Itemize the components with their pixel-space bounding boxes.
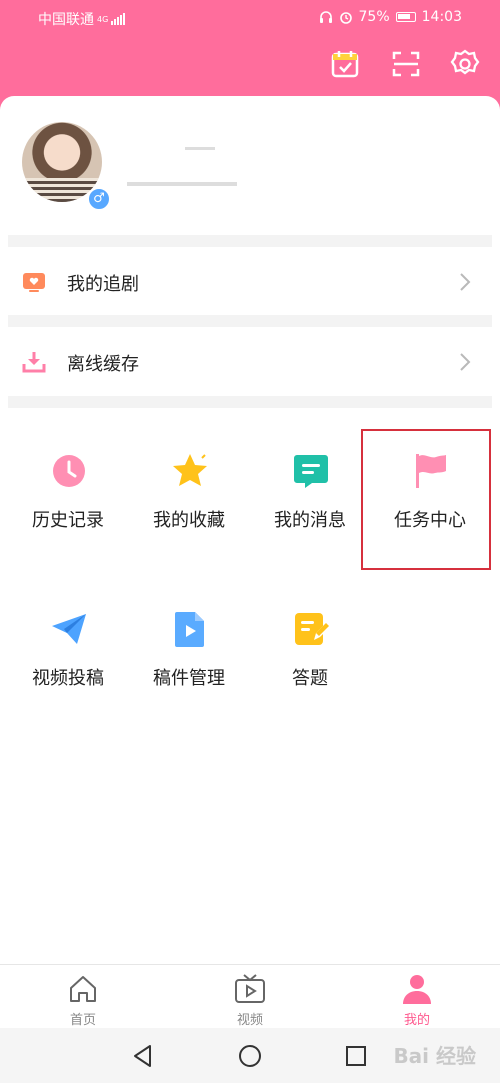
menu-row-my-follow[interactable]: 我的追剧 [8, 248, 492, 316]
bottom-tab-bar: 首页 视频 我的 [0, 964, 500, 1029]
grid-label-history: 历史记录 [32, 510, 104, 531]
grid-label-manuscript-management: 稿件管理 [153, 668, 225, 689]
grid-item-messages[interactable]: 我的消息 [250, 452, 370, 582]
message-icon [294, 455, 328, 488]
grid-item-video-upload[interactable]: 视频投稿 [8, 610, 128, 740]
grid-item-manuscript-management[interactable]: 稿件管理 [129, 610, 249, 740]
edit-note-icon [295, 613, 330, 645]
video-file-icon [175, 612, 204, 647]
grid-label-quiz: 答题 [292, 668, 328, 689]
paper-plane-icon [52, 614, 86, 644]
scan-icon[interactable] [390, 48, 422, 80]
clock-time: 14:03 [421, 9, 462, 25]
star-icon [173, 454, 207, 486]
home-circle-icon[interactable] [238, 1044, 262, 1068]
grid-label-video-upload: 视频投稿 [32, 668, 104, 689]
calendar-check-icon[interactable] [329, 48, 361, 80]
tab-label-video: 视频 [236, 1013, 263, 1028]
watermark: Bai 经验 [393, 1044, 476, 1068]
download-icon [22, 352, 46, 373]
home-icon [70, 976, 96, 1002]
grid-label-favorites: 我的收藏 [153, 510, 225, 531]
tab-video[interactable]: 视频 [210, 973, 290, 1029]
username-redacted [185, 147, 215, 150]
grid-item-history[interactable]: 历史记录 [8, 452, 128, 582]
tv-heart-icon [23, 273, 45, 292]
status-bar: 中国联通 4G 75% 14:03 [0, 0, 500, 34]
menu-label-offline-cache: 离线缓存 [67, 354, 139, 375]
battery-icon [395, 12, 416, 22]
tab-label-home: 首页 [69, 1013, 96, 1028]
chevron-right-icon [460, 273, 471, 291]
alarm-icon [339, 12, 352, 24]
chevron-right-icon [460, 353, 471, 371]
grid-label-messages: 我的消息 [274, 510, 346, 531]
gender-male-icon: ♂ [87, 187, 111, 211]
settings-icon[interactable] [449, 48, 481, 80]
battery-percent: 75% [358, 9, 390, 25]
recents-icon[interactable] [344, 1044, 368, 1068]
grid-item-favorites[interactable]: 我的收藏 [129, 452, 249, 582]
tab-label-mine: 我的 [403, 1013, 430, 1028]
signal-icon [111, 13, 126, 25]
divider [8, 396, 492, 408]
user-id-redacted [127, 182, 237, 186]
user-icon [403, 975, 431, 1004]
back-icon[interactable] [131, 1044, 155, 1068]
carrier-name: 中国联通 [38, 12, 94, 28]
network-type: 4G [97, 14, 109, 24]
divider [8, 315, 492, 327]
tab-home[interactable]: 首页 [43, 973, 123, 1029]
grid-item-quiz[interactable]: 答题 [250, 610, 370, 740]
headset-icon [319, 11, 332, 23]
menu-row-offline-cache[interactable]: 离线缓存 [8, 328, 492, 396]
divider [8, 235, 492, 247]
highlight-box [361, 429, 491, 570]
tv-icon [235, 974, 265, 1003]
menu-label-my-follow: 我的追剧 [67, 274, 139, 295]
clock-icon [53, 455, 85, 487]
tab-mine[interactable]: 我的 [377, 973, 457, 1029]
